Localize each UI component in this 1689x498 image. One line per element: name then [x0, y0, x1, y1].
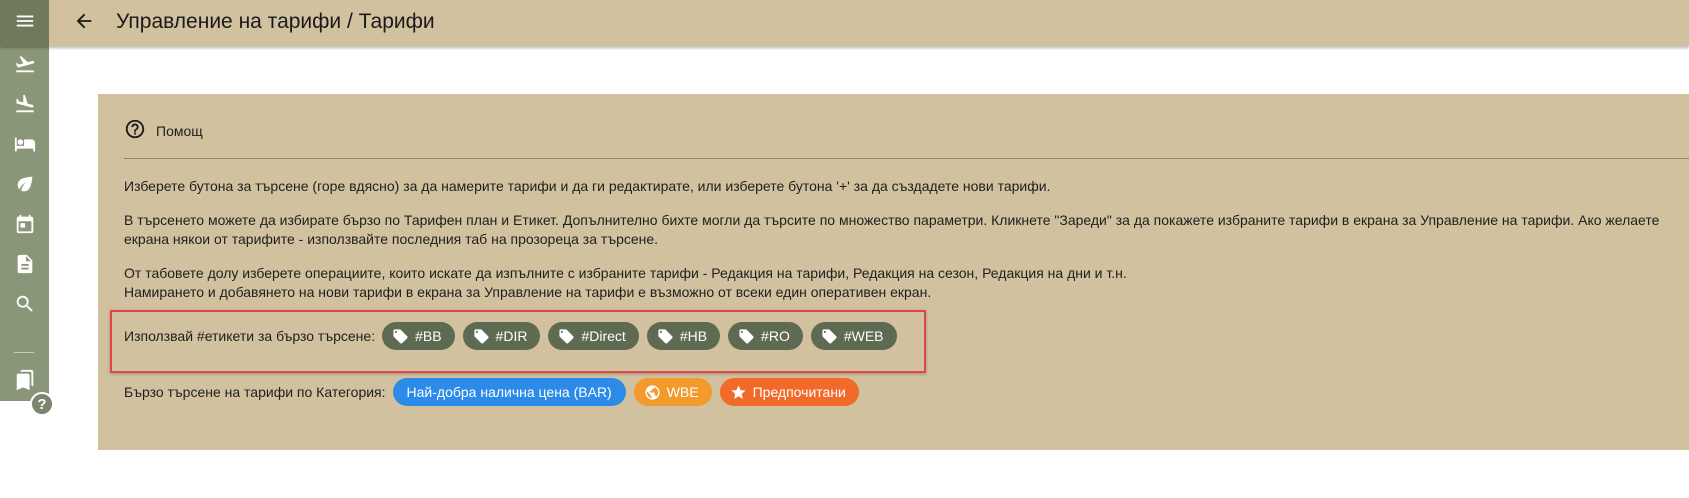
tag-icon: [657, 328, 674, 345]
tag-chip-ro[interactable]: #RO: [728, 322, 803, 350]
tag-chip-label: #DIR: [495, 328, 528, 344]
sidebar-divider: [14, 352, 34, 353]
leaf-icon: [14, 173, 36, 200]
sidebar-item-calendar[interactable]: [0, 206, 49, 246]
bed-icon: [14, 133, 36, 160]
tag-chip-web[interactable]: #WEB: [810, 322, 897, 350]
tag-search-label: Използвай #етикети за бързо търсене:: [124, 328, 376, 344]
help-label: Помощ: [156, 123, 203, 139]
tag-icon: [473, 328, 490, 345]
category-chip-bar[interactable]: Най-добра налична цена (BAR): [392, 378, 626, 406]
tag-chip-dir[interactable]: #DIR: [462, 322, 541, 350]
sidebar-item-arrivals[interactable]: [0, 86, 49, 126]
globe-icon: [644, 384, 661, 401]
back-button[interactable]: [68, 7, 100, 39]
tag-chip-bb[interactable]: #BB: [382, 322, 455, 350]
top-app-bar: Управление на тарифи / Тарифи: [0, 0, 1689, 46]
sidebar-item-search[interactable]: [0, 286, 49, 326]
help-paragraph-2: В търсенето можете да избирате бързо по …: [124, 212, 1660, 228]
tag-chip-label: #WEB: [843, 328, 884, 344]
help-paragraph-3: От табовете долу изберете операциите, ко…: [124, 265, 1127, 281]
page-title: Управление на тарифи / Тарифи: [116, 10, 435, 33]
tag-chip-direct[interactable]: #Direct: [548, 322, 639, 350]
arrow-left-icon: [73, 10, 95, 37]
help-panel: Помощ Изберете бутона за търсене (горе в…: [98, 94, 1689, 450]
category-chip-preferred[interactable]: Предпочитани: [719, 378, 859, 406]
star-icon: [730, 384, 747, 401]
category-chip-label: Най-добра налична цена (BAR): [406, 384, 612, 400]
tag-icon: [558, 328, 575, 345]
sidebar-item-departures[interactable]: [0, 46, 49, 86]
category-search-row: Бързо търсене на тарифи по Категория: На…: [124, 377, 867, 407]
category-chip-wbe[interactable]: WBE: [633, 378, 712, 406]
sidebar-item-rooms[interactable]: [0, 126, 49, 166]
help-divider: [124, 158, 1689, 159]
help-paragraph-4: Намирането и добавянето на нови тарифи в…: [124, 284, 932, 300]
tag-chip-hb[interactable]: #HB: [646, 322, 721, 350]
help-paragraph-2-cont: екрана някои от тарифите - използвайте п…: [124, 231, 659, 247]
sidebar-item-eco[interactable]: [0, 166, 49, 206]
search-icon: [14, 293, 36, 320]
tag-icon: [821, 328, 838, 345]
tag-chip-label: #Direct: [581, 328, 626, 344]
calendar-icon: [14, 213, 36, 240]
tag-chip-label: #RO: [761, 328, 790, 344]
help-badge-button[interactable]: ?: [30, 392, 54, 416]
document-icon: [14, 253, 36, 280]
flight-land-icon: [14, 93, 36, 120]
flight-takeoff-icon: [14, 53, 36, 80]
tag-icon: [392, 328, 409, 345]
help-paragraph-1: Изберете бутона за търсене (горе вдясно)…: [124, 178, 1051, 194]
category-search-label: Бързо търсене на тарифи по Категория:: [124, 384, 386, 400]
bookmarks-icon: [14, 369, 36, 396]
help-circle-icon: [124, 118, 146, 145]
help-toggle[interactable]: Помощ: [124, 118, 203, 144]
tag-chip-label: #BB: [415, 328, 442, 344]
tag-icon: [738, 328, 755, 345]
tag-chip-label: #HB: [679, 328, 708, 344]
category-chip-label: WBE: [666, 384, 699, 400]
sidebar-item-documents[interactable]: [0, 246, 49, 286]
side-navigation: [0, 46, 49, 401]
tag-search-row: Използвай #етикети за бързо търсене: #BB…: [124, 321, 905, 351]
category-chip-label: Предпочитани: [752, 384, 846, 400]
menu-icon: [14, 10, 36, 37]
menu-button[interactable]: [0, 0, 49, 46]
